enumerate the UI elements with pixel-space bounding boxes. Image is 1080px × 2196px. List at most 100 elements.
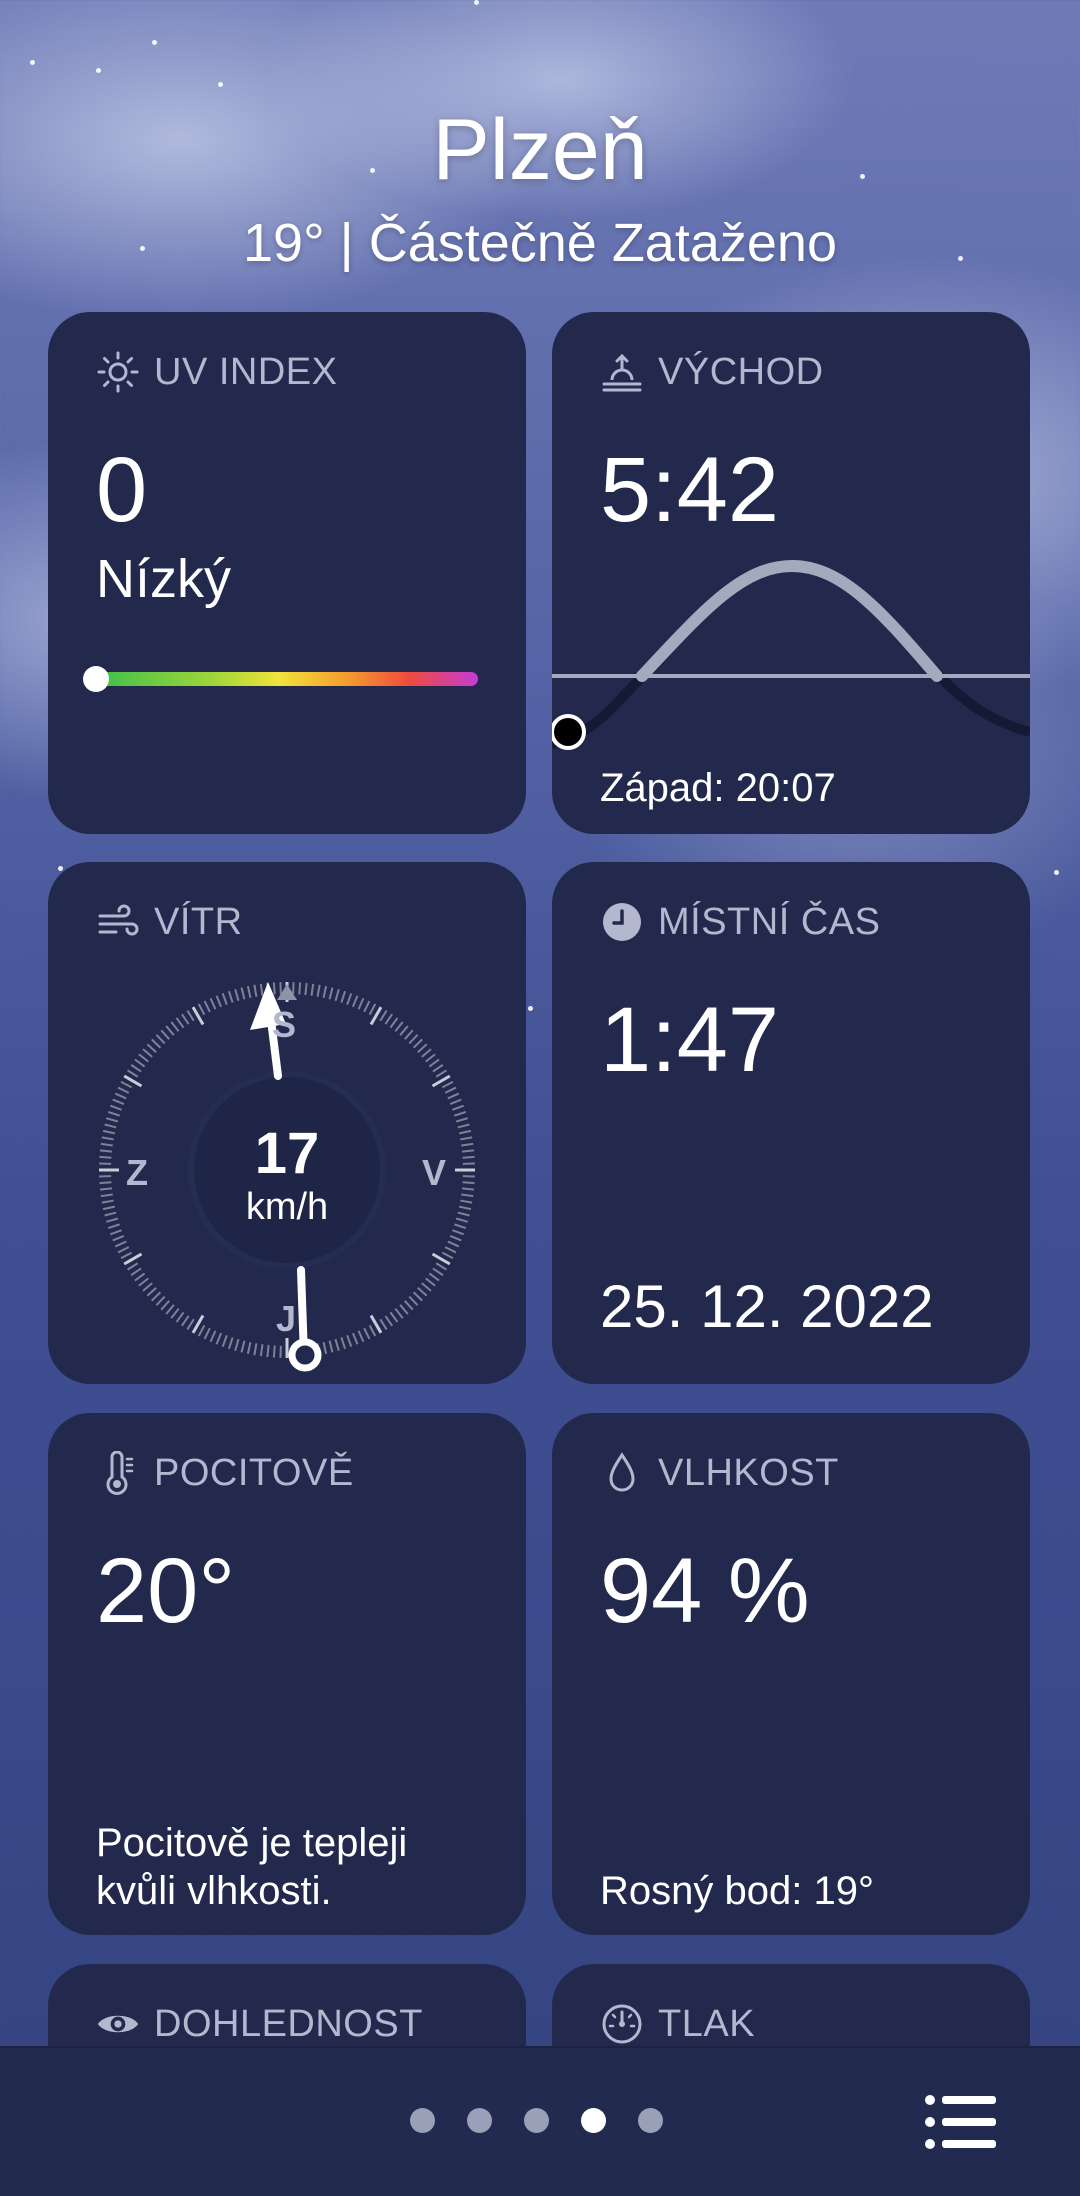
compass-tick bbox=[138, 1277, 149, 1287]
dew-point: Rosný bod: 19° bbox=[600, 1869, 874, 1913]
compass-tick bbox=[334, 1338, 340, 1351]
humidity-card[interactable]: VLHKOST 94 % Rosný bod: 19° bbox=[552, 1413, 1030, 1935]
compass-tick bbox=[389, 1311, 399, 1323]
compass-tick bbox=[181, 1013, 190, 1025]
compass-tick bbox=[151, 1291, 162, 1302]
uv-index-card[interactable]: UV INDEX 0 Nízký bbox=[48, 312, 526, 834]
card-title: VLHKOST bbox=[658, 1451, 839, 1494]
feels-like-note-line1: Pocitově je tepleji bbox=[96, 1821, 408, 1865]
compass-tick bbox=[352, 995, 359, 1008]
compass-tick bbox=[417, 1287, 428, 1297]
sun-position-marker bbox=[552, 714, 586, 750]
compass-tick bbox=[428, 1058, 440, 1068]
compass-tick bbox=[186, 1318, 195, 1330]
compass-tick bbox=[146, 1287, 157, 1297]
compass-tick bbox=[209, 997, 217, 1010]
compass-tick bbox=[328, 987, 334, 1000]
compass-tick bbox=[227, 1337, 234, 1350]
compass-tick bbox=[363, 1327, 371, 1340]
compass-tick bbox=[399, 1025, 409, 1036]
star bbox=[474, 0, 479, 5]
compass-tick bbox=[447, 1092, 460, 1100]
compass-tick bbox=[408, 1295, 419, 1306]
compass-tick bbox=[452, 1104, 465, 1111]
feels-like-card[interactable]: POCITOVĚ 20° Pocitově je tepleji kvůli v… bbox=[48, 1413, 526, 1935]
compass-tick bbox=[107, 1110, 120, 1117]
compass-tick bbox=[114, 1240, 127, 1248]
compass-tick bbox=[109, 1229, 122, 1236]
compass-tick bbox=[408, 1034, 419, 1045]
card-header: POCITOVĚ bbox=[96, 1451, 354, 1495]
compass-tick bbox=[130, 1267, 142, 1276]
compass-tick bbox=[155, 1295, 166, 1306]
local-time-value: 1:47 bbox=[600, 989, 780, 1091]
compass-tick bbox=[399, 1304, 409, 1315]
location-header: Plzeň 19° | Částečně Zataženo bbox=[0, 100, 1080, 278]
compass-tick bbox=[272, 982, 276, 995]
compass-tick bbox=[322, 985, 328, 999]
compass-tick bbox=[203, 1000, 211, 1013]
page-indicator[interactable] bbox=[410, 2108, 663, 2133]
compass-tick bbox=[357, 997, 365, 1010]
card-header: TLAK bbox=[600, 2002, 755, 2046]
compass-tick bbox=[346, 992, 353, 1005]
compass-north: S bbox=[272, 1004, 297, 1045]
compass-tick bbox=[142, 1282, 153, 1292]
uv-scale-bar bbox=[83, 666, 478, 692]
compass-tick bbox=[170, 1021, 180, 1032]
compass-tick bbox=[394, 1021, 404, 1032]
page-dot[interactable] bbox=[467, 2108, 492, 2133]
compass-tick bbox=[160, 1029, 170, 1040]
compass-tick bbox=[259, 1344, 264, 1357]
feels-like-value: 20° bbox=[96, 1540, 236, 1642]
compass-tick bbox=[441, 1080, 454, 1089]
sun-path-graph bbox=[552, 559, 1030, 750]
sunrise-card[interactable]: VÝCHOD 5:42 Západ: 20:07 bbox=[552, 312, 1030, 834]
compass-tick bbox=[120, 1080, 133, 1089]
compass-tick bbox=[109, 1104, 122, 1111]
compass-tick bbox=[425, 1277, 436, 1287]
compass-tick bbox=[227, 990, 234, 1003]
page-dot[interactable] bbox=[410, 2108, 435, 2133]
local-time-card[interactable]: MÍSTNÍ ČAS 1:47 25. 12. 2022 bbox=[552, 862, 1030, 1384]
current-condition: 19° | Částečně Zataženo bbox=[243, 213, 837, 273]
city-name: Plzeň bbox=[432, 102, 648, 198]
star bbox=[96, 68, 101, 73]
compass-tick bbox=[352, 1332, 359, 1345]
compass-tick bbox=[134, 1272, 146, 1282]
compass-tick bbox=[246, 985, 252, 999]
card-header: DOHLEDNOST bbox=[96, 2002, 423, 2046]
compass-tick bbox=[384, 1315, 393, 1327]
compass-tick bbox=[389, 1017, 399, 1029]
compass-tick bbox=[435, 1262, 447, 1271]
compass-tick bbox=[428, 1272, 440, 1282]
compass-tick bbox=[155, 1034, 166, 1045]
compass-tick bbox=[142, 1048, 153, 1058]
compass-tick bbox=[215, 1332, 222, 1345]
compass-tick bbox=[165, 1025, 175, 1036]
compass-tick bbox=[117, 1086, 130, 1094]
compass-tick bbox=[444, 1246, 457, 1254]
compass-tick bbox=[117, 1246, 130, 1254]
page-dot[interactable] bbox=[638, 2108, 663, 2133]
compass-tick bbox=[421, 1282, 432, 1292]
menu-button[interactable] bbox=[922, 2090, 998, 2154]
compass-tick bbox=[272, 1345, 276, 1358]
compass-tick bbox=[151, 1038, 162, 1049]
compass-tick bbox=[138, 1053, 149, 1063]
wind-card[interactable]: VÍTR S V J Z 17 km/h bbox=[48, 862, 526, 1384]
compass-tick bbox=[304, 982, 308, 996]
compass-tick bbox=[412, 1038, 423, 1049]
page-dot[interactable] bbox=[524, 2108, 549, 2133]
compass-tick bbox=[120, 1251, 133, 1260]
compass-tick bbox=[346, 1335, 353, 1348]
compass-tick bbox=[394, 1308, 404, 1319]
uv-scale-indicator bbox=[83, 666, 109, 692]
compass-tick bbox=[432, 1267, 444, 1276]
page-dot[interactable] bbox=[581, 2108, 606, 2133]
compass-tick bbox=[170, 1308, 180, 1319]
local-date: 25. 12. 2022 bbox=[600, 1273, 934, 1340]
compass-tick bbox=[221, 992, 228, 1005]
compass-tick bbox=[421, 1048, 432, 1058]
compass-tick bbox=[186, 1010, 195, 1022]
